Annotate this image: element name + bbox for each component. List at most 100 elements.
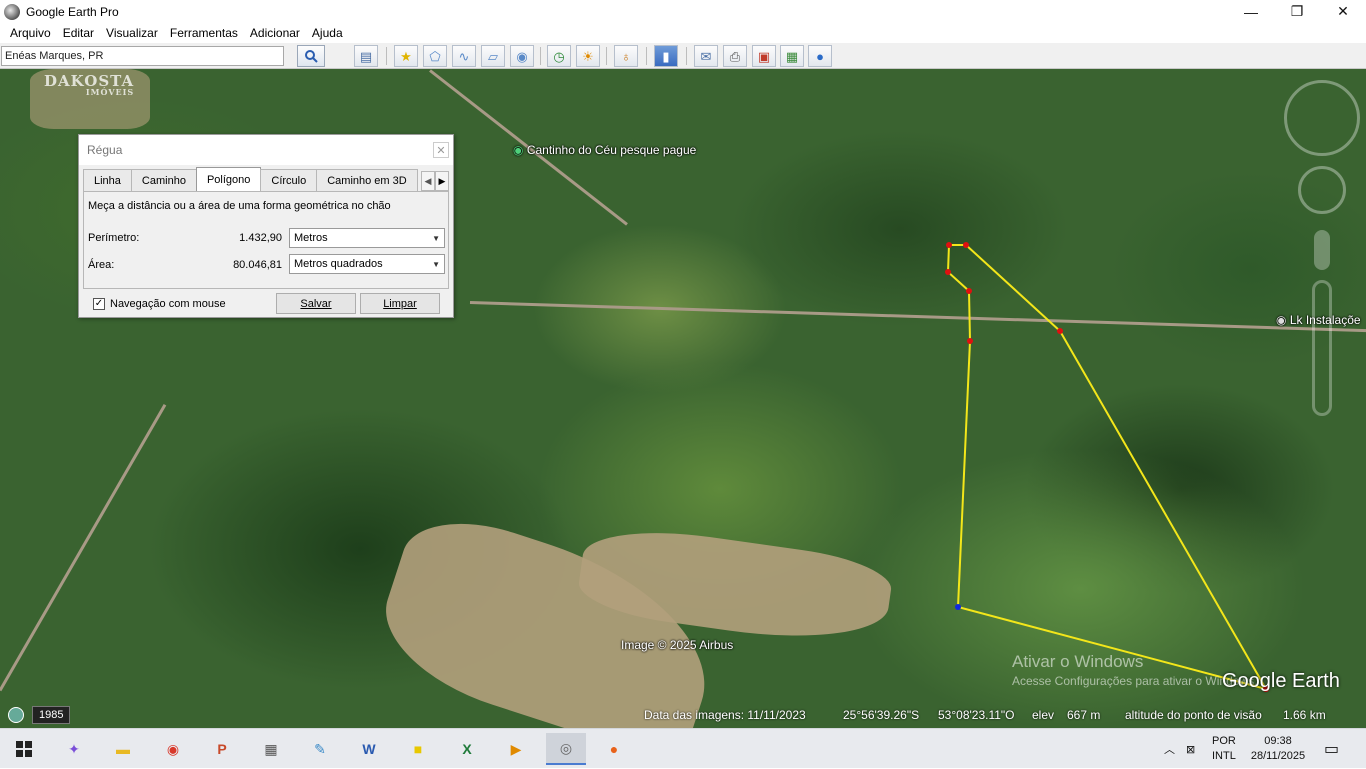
ruler-icon: ▮ (662, 48, 670, 64)
menu-arquivo[interactable]: Arquivo (4, 26, 57, 40)
placemark-cantinho[interactable]: ◉ Cantinho do Céu pesque pague (513, 143, 696, 157)
menu-ajuda[interactable]: Ajuda (306, 26, 349, 40)
language-indicator[interactable]: POR INTL (1212, 729, 1236, 769)
menu-ferramentas[interactable]: Ferramentas (164, 26, 244, 40)
tab-circulo[interactable]: Círculo (260, 169, 318, 191)
polygon-vertex[interactable] (963, 242, 969, 248)
add-overlay-button[interactable]: ▱ (481, 45, 505, 67)
paint-taskbar-button[interactable]: ✎ (304, 733, 336, 765)
toolbar: ▤ ★ ⬠ ∿ ▱ ◉ ◷ ☀ ♁ ▮ ✉ ⎙ ▣ ▦ ● (0, 43, 1366, 69)
maximize-button[interactable]: ❐ (1274, 0, 1320, 23)
tab-linha[interactable]: Linha (83, 169, 132, 191)
zoom-slider[interactable] (1312, 280, 1332, 416)
google-earth-icon (4, 3, 20, 20)
play-icon: ▶ (510, 740, 522, 757)
map-icon: ▦ (785, 48, 799, 64)
imagery-date: Data das imagens: 11/11/2023 (644, 708, 806, 722)
firefox-taskbar-button[interactable]: ● (598, 733, 630, 765)
add-polygon-button[interactable]: ⬠ (423, 45, 447, 67)
add-placemark-button[interactable]: ★ (394, 45, 418, 67)
perimeter-unit-select[interactable]: Metros ▼ (289, 228, 445, 248)
tab-scroll-left-icon[interactable]: ◀ (421, 171, 435, 191)
menu-adicionar[interactable]: Adicionar (244, 26, 306, 40)
record-tour-icon: ◉ (516, 48, 528, 64)
minimize-button[interactable]: — (1228, 0, 1274, 23)
search-input[interactable] (1, 46, 284, 66)
toolbar-separator (386, 47, 387, 65)
word-taskbar-button[interactable]: W (353, 733, 385, 765)
ruler-button[interactable]: ▮ (654, 45, 678, 67)
area-label: Área: (88, 259, 115, 271)
street-view-person-icon[interactable] (1314, 230, 1330, 270)
notifications-icon[interactable]: ▭ (1324, 729, 1339, 769)
chrome-taskbar-button[interactable]: ◉ (157, 733, 189, 765)
media-player-taskbar-button[interactable]: ▶ (500, 733, 532, 765)
tray-overflow-chevron-icon[interactable]: ︿ (1164, 729, 1175, 769)
tab-caminho[interactable]: Caminho (130, 169, 197, 191)
sunlight-button[interactable]: ☀ (576, 45, 600, 67)
window-controls: — ❐ ✕ (1228, 0, 1366, 23)
polygon-vertex[interactable] (967, 338, 973, 344)
polygon-vertex-active[interactable] (955, 604, 961, 610)
title-bar: Google Earth Pro — ❐ ✕ (0, 0, 1366, 23)
view-in-maps-button[interactable]: ▦ (780, 45, 804, 67)
polygon-vertex[interactable] (1057, 328, 1063, 334)
search-button[interactable] (297, 45, 325, 67)
email-button[interactable]: ✉ (694, 45, 718, 67)
menu-editar[interactable]: Editar (57, 26, 100, 40)
navigation-controls[interactable] (1284, 80, 1360, 420)
powerpoint-taskbar-button[interactable]: P (206, 733, 238, 765)
print-icon: ⎙ (729, 48, 741, 64)
google-earth-logo: Google Earth (1222, 670, 1340, 692)
close-button[interactable]: ✕ (1320, 0, 1366, 23)
place-pin-icon: ◉ (513, 143, 524, 157)
add-path-button[interactable]: ∿ (452, 45, 476, 67)
tab-scroll-right-icon[interactable]: ▶ (435, 171, 449, 191)
paint-icon: ✎ (314, 740, 326, 757)
polygon-description: Meça a distância ou a área de uma forma … (88, 200, 391, 212)
word-icon: W (362, 741, 376, 757)
network-icon[interactable]: ⊠ (1186, 729, 1195, 769)
record-tour-button[interactable]: ◉ (510, 45, 534, 67)
path-icon: ∿ (458, 48, 470, 64)
mouse-navigation-checkbox[interactable]: ✓ Navegação com mouse (93, 298, 226, 310)
toolbar-separator (606, 47, 607, 65)
save-button[interactable]: Salvar (276, 293, 356, 314)
watermark-logo: DAKOSTA IMÓVEIS (44, 72, 135, 97)
sticky-notes-taskbar-button[interactable]: ■ (402, 733, 434, 765)
move-joystick[interactable] (1298, 166, 1346, 214)
print-button[interactable]: ⎙ (723, 45, 747, 67)
polygon-vertex[interactable] (946, 242, 952, 248)
historical-imagery-button[interactable]: ◷ (547, 45, 571, 67)
tab-poligono[interactable]: Polígono (195, 167, 262, 191)
historical-imagery-icon[interactable] (8, 707, 24, 723)
menu-visualizar[interactable]: Visualizar (100, 26, 164, 40)
clock[interactable]: 09:38 28/11/2025 (1248, 729, 1308, 769)
file-explorer-taskbar-button[interactable]: ▬ (107, 733, 139, 765)
dialog-close-button[interactable]: ✕ (433, 142, 449, 158)
tab-caminho-3d[interactable]: Caminho em 3D (316, 169, 418, 191)
email-icon: ✉ (700, 48, 712, 64)
earth-view-button[interactable]: ● (808, 45, 832, 67)
clear-button[interactable]: Limpar (360, 293, 440, 314)
imagery-year-badge[interactable]: 1985 (32, 706, 71, 724)
toolbar-separator (646, 47, 647, 65)
start-button[interactable] (8, 733, 40, 765)
copilot-taskbar-button[interactable]: ✦ (58, 733, 90, 765)
folder-icon: ▬ (116, 741, 130, 757)
polygon-vertex[interactable] (945, 269, 951, 275)
windows-activation-notice: Ativar o Windows Acesse Configurações pa… (1012, 652, 1258, 688)
look-joystick[interactable] (1284, 80, 1360, 156)
save-image-button[interactable]: ▣ (752, 45, 776, 67)
toolbar-separator (540, 47, 541, 65)
area-unit-select[interactable]: Metros quadrados ▼ (289, 254, 445, 274)
copilot-icon: ✦ (68, 740, 80, 757)
polygon-vertex[interactable] (966, 288, 972, 294)
window-title: Google Earth Pro (26, 4, 119, 19)
planets-button[interactable]: ♁ (614, 45, 638, 67)
polygon-panel: Meça a distância ou a área de uma forma … (83, 191, 449, 289)
google-earth-taskbar-button[interactable]: ◎ (546, 733, 586, 765)
calculator-taskbar-button[interactable]: ▦ (255, 733, 287, 765)
sidebar-toggle-button[interactable]: ▤ (354, 45, 378, 67)
excel-taskbar-button[interactable]: X (451, 733, 483, 765)
